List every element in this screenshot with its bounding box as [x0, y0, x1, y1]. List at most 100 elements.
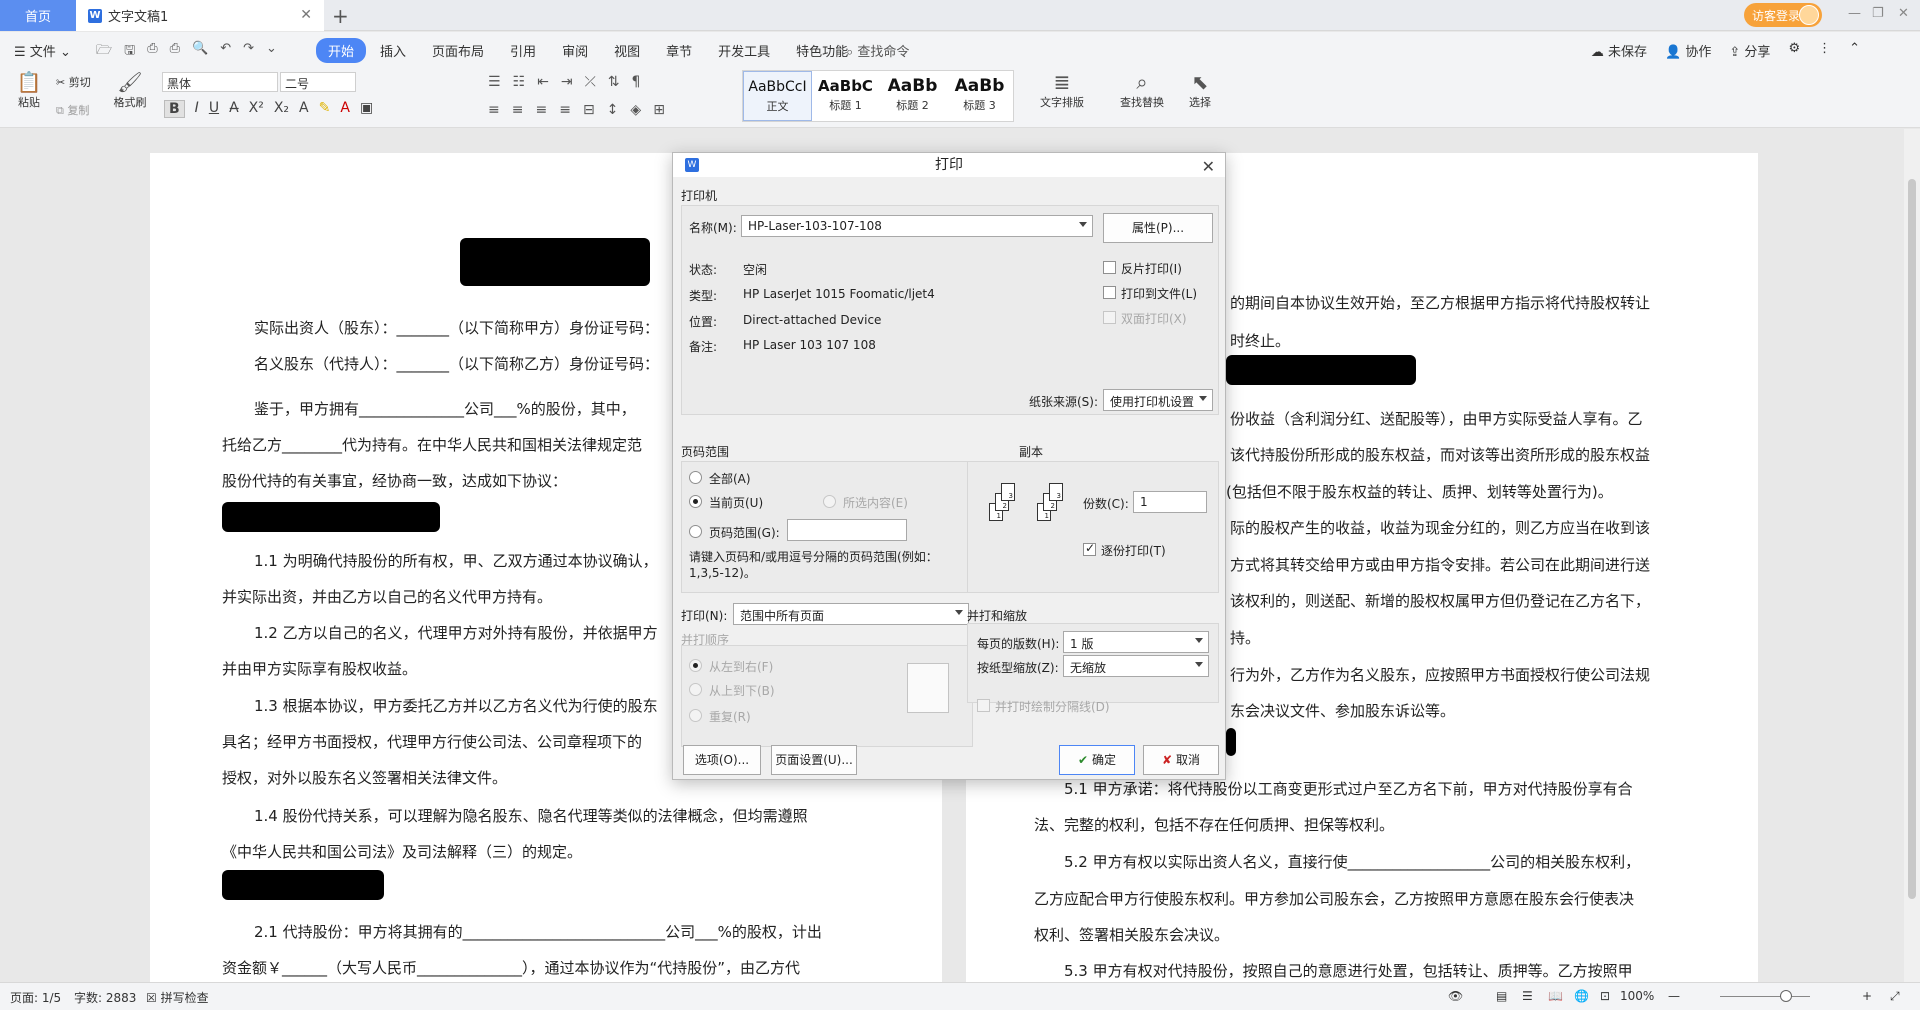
select-button[interactable]: ⬉ 选择	[1180, 70, 1220, 110]
page-range-input[interactable]	[787, 519, 907, 541]
style-heading-1[interactable]: AaBbC 标题 1	[812, 71, 879, 121]
page-range-radio[interactable]	[689, 525, 702, 538]
spell-check-button[interactable]: ☒ 拼写检查	[146, 989, 209, 1006]
align-center-icon[interactable]: ≡	[512, 102, 524, 118]
open-icon[interactable]: 🗁	[96, 41, 112, 63]
properties-button[interactable]: 属性(P)...	[1103, 213, 1213, 243]
fit-page-icon[interactable]: ⊡	[1600, 989, 1610, 1003]
web-view-icon[interactable]: 🌐	[1574, 989, 1589, 1003]
current-page-radio[interactable]	[689, 495, 702, 508]
printer-name-select[interactable]: HP-Laser-103-107-108	[741, 215, 1093, 237]
justify-icon[interactable]: ≡	[559, 102, 571, 118]
paper-source-select[interactable]: 使用打印机设置	[1103, 389, 1213, 411]
tab-home[interactable]: 开始	[316, 38, 367, 63]
file-menu[interactable]: ☰ 文件 ⌄	[14, 41, 71, 60]
zoom-slider[interactable]	[1720, 996, 1810, 997]
repeat-radio[interactable]	[689, 709, 702, 722]
search-command[interactable]: ⌕ 查找命令	[846, 41, 909, 60]
underline-icon[interactable]: U	[209, 100, 219, 118]
export-pdf-icon[interactable]: ⎙	[147, 41, 157, 63]
show-marks-icon[interactable]: ¶	[632, 74, 641, 90]
share-button[interactable]: ⇪ 分享	[1729, 41, 1770, 60]
page-setup-button[interactable]: 页面设置(U)...	[771, 745, 857, 775]
bold-icon[interactable]: B	[164, 100, 185, 118]
page-indicator[interactable]: 页面: 1/5	[10, 989, 61, 1006]
paste-button[interactable]: 📋 粘贴	[12, 70, 46, 110]
print-icon[interactable]: ⎙	[170, 41, 180, 63]
left-to-right-radio[interactable]	[689, 659, 702, 672]
align-left-icon[interactable]: ≡	[488, 102, 500, 118]
ok-button[interactable]: ✔ 确定	[1059, 745, 1135, 775]
zoom-slider-knob[interactable]	[1780, 990, 1792, 1002]
highlight-icon[interactable]: ✎	[319, 100, 331, 118]
text-effect-icon[interactable]: A	[299, 100, 309, 118]
collab-button[interactable]: 👤 协作	[1665, 41, 1711, 60]
copies-stepper[interactable]: 1	[1133, 491, 1207, 513]
find-replace-button[interactable]: ⌕ 查找替换	[1112, 70, 1172, 110]
pages-per-sheet-select[interactable]: 1 版	[1063, 631, 1209, 653]
style-heading-3[interactable]: AaBb 标题 3	[946, 71, 1013, 121]
restore-icon[interactable]: ❐	[1872, 6, 1884, 21]
close-icon[interactable]: ✕	[1202, 155, 1215, 179]
align-right-icon[interactable]: ≡	[535, 102, 547, 118]
tab-view[interactable]: 视图	[602, 38, 652, 63]
tab-section[interactable]: 章节	[654, 38, 704, 63]
minimize-icon[interactable]: —	[1848, 6, 1861, 21]
page-view-icon[interactable]: ▤	[1496, 989, 1507, 1003]
new-tab-icon[interactable]: +	[332, 4, 349, 28]
undo-icon[interactable]: ↶	[220, 41, 231, 63]
tab-developer[interactable]: 开发工具	[706, 38, 782, 63]
selection-radio[interactable]	[823, 495, 836, 508]
top-to-bottom-radio[interactable]	[689, 683, 702, 696]
zoom-out-icon[interactable]: —	[1668, 989, 1680, 1003]
reverse-print-checkbox[interactable]	[1103, 261, 1116, 274]
decrease-indent-icon[interactable]: ⇤	[537, 74, 549, 90]
close-tab-icon[interactable]: ✕	[300, 7, 312, 23]
collate-checkbox[interactable]	[1083, 541, 1096, 556]
customize-icon[interactable]: ⌄	[266, 41, 277, 63]
vertical-scrollbar[interactable]	[1904, 129, 1920, 982]
tab-insert[interactable]: 插入	[368, 38, 418, 63]
superscript-icon[interactable]: X²	[249, 100, 264, 118]
outline-view-icon[interactable]: ☰	[1522, 989, 1533, 1003]
font-color-icon[interactable]: A	[340, 100, 350, 118]
close-window-icon[interactable]: ✕	[1898, 6, 1909, 21]
unsaved-button[interactable]: ☁ 未保存	[1591, 41, 1647, 60]
increase-indent-icon[interactable]: ⇥	[561, 74, 573, 90]
tab-page-layout[interactable]: 页面布局	[420, 38, 496, 63]
home-tab[interactable]: 首页	[0, 0, 76, 31]
distribute-icon[interactable]: ⊟	[583, 102, 595, 118]
settings-icon[interactable]: ⚙	[1788, 41, 1800, 60]
fullscreen-icon[interactable]: ⤢	[1890, 989, 1900, 1004]
tab-references[interactable]: 引用	[498, 38, 548, 63]
scale-select[interactable]: 无缩放	[1063, 655, 1209, 677]
guest-login-button[interactable]: 访客登录	[1744, 3, 1822, 27]
sort-icon[interactable]: ⇅	[608, 74, 620, 90]
subscript-icon[interactable]: X₂	[274, 100, 289, 118]
redo-icon[interactable]: ↷	[243, 41, 254, 63]
format-painter-button[interactable]: 🖌 格式刷	[110, 70, 150, 110]
style-heading-2[interactable]: AaBb 标题 2	[879, 71, 946, 121]
bullet-list-icon[interactable]: ☰	[488, 74, 501, 90]
scrollbar-thumb[interactable]	[1908, 179, 1916, 899]
zoom-in-icon[interactable]: +	[1862, 989, 1872, 1003]
cut-button[interactable]: ✂ 剪切	[56, 74, 91, 90]
collapse-ribbon-icon[interactable]: ⌃	[1849, 41, 1860, 60]
line-spacing-icon[interactable]: ↕	[607, 102, 619, 118]
document-tab[interactable]: W 文字文稿1 ✕	[76, 0, 324, 31]
range-all-radio[interactable]	[689, 471, 702, 484]
shading-icon[interactable]: ◈	[630, 102, 641, 118]
draw-borders-checkbox[interactable]	[977, 699, 990, 712]
eye-protection-icon[interactable]: 👁	[1448, 989, 1463, 1003]
print-what-select[interactable]: 范围中所有页面	[733, 603, 969, 625]
print-preview-icon[interactable]: 🔍	[192, 41, 208, 63]
save-icon[interactable]: 🖫	[124, 41, 135, 63]
strikethrough-icon[interactable]: A̶	[229, 100, 239, 118]
word-count[interactable]: 字数: 2883	[74, 989, 136, 1006]
zoom-level[interactable]: 100%	[1620, 989, 1654, 1003]
options-button[interactable]: 选项(O)...	[683, 745, 761, 775]
font-family-select[interactable]: 黑体	[162, 72, 278, 92]
font-size-select[interactable]: 二号	[280, 72, 356, 92]
print-to-file-checkbox[interactable]	[1103, 286, 1116, 299]
style-normal[interactable]: AaBbCcI 正文	[743, 71, 812, 121]
